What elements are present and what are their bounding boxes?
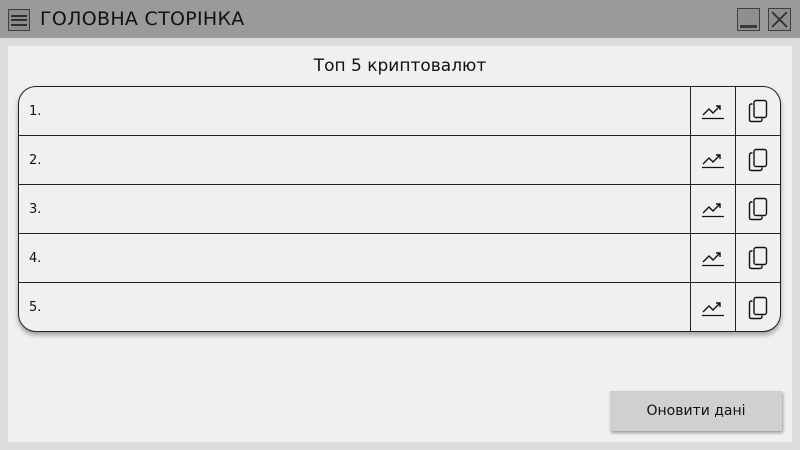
trending-up-icon[interactable]: [690, 283, 735, 331]
rank-label: 1.: [29, 103, 42, 119]
close-icon[interactable]: [768, 8, 791, 31]
trending-up-icon[interactable]: [690, 87, 735, 135]
main-panel: Топ 5 криптовалют 1. 2. 3. 4. 5. Оновити…: [8, 46, 792, 442]
list-item: 1.: [19, 87, 780, 136]
copy-icon[interactable]: [735, 185, 780, 233]
page-title: Топ 5 криптовалют: [313, 56, 487, 76]
crypto-list: 1. 2. 3. 4. 5.: [18, 86, 781, 332]
list-item: 3.: [19, 185, 780, 234]
rank-label: 2.: [29, 152, 42, 168]
trending-up-icon[interactable]: [690, 234, 735, 282]
copy-icon[interactable]: [735, 136, 780, 184]
trending-up-icon[interactable]: [690, 136, 735, 184]
rank-label: 5.: [29, 300, 42, 315]
minimize-icon[interactable]: [737, 8, 760, 31]
rank-label: 4.: [29, 250, 42, 266]
copy-icon[interactable]: [735, 283, 780, 331]
window-title: ГОЛОВНА СТОРІНКА: [40, 8, 245, 30]
list-item: 5.: [19, 283, 780, 331]
copy-icon[interactable]: [735, 87, 780, 135]
list-item: 4.: [19, 234, 780, 283]
trending-up-icon[interactable]: [690, 185, 735, 233]
list-item: 2.: [19, 136, 780, 185]
title-bar: ГОЛОВНА СТОРІНКА: [0, 0, 800, 38]
copy-icon[interactable]: [735, 234, 780, 282]
refresh-data-button[interactable]: Оновити дані: [610, 391, 782, 431]
rank-label: 3.: [29, 201, 42, 217]
hamburger-icon[interactable]: [8, 9, 30, 31]
